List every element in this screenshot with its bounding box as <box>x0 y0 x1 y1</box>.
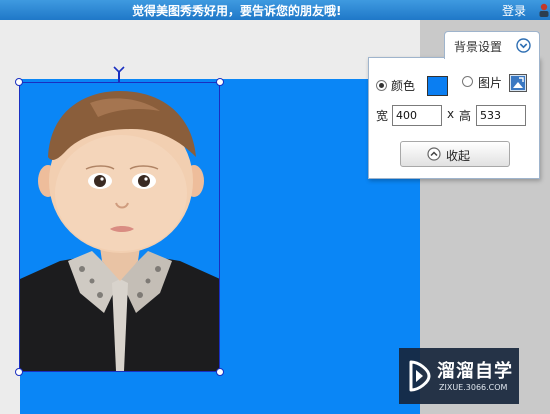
chevron-down-icon[interactable] <box>516 38 531 53</box>
collapse-label: 收起 <box>446 149 471 163</box>
chevron-up-icon <box>427 147 441 161</box>
collapse-button[interactable]: 收起 <box>400 141 510 167</box>
width-input[interactable] <box>392 105 442 126</box>
selection-frame[interactable] <box>19 82 220 372</box>
color-option-label: 颜色 <box>391 79 416 93</box>
background-settings-title: 背景设置 <box>454 40 503 54</box>
times-symbol: x <box>447 107 455 121</box>
image-option-radio[interactable] <box>462 76 473 87</box>
height-input[interactable] <box>476 105 526 126</box>
image-option-label: 图片 <box>478 76 503 90</box>
user-icon[interactable] <box>538 3 550 17</box>
watermark-brand: 溜溜自学 <box>437 361 513 382</box>
play-logo-icon <box>409 360 431 392</box>
share-message: 觉得美图秀秀好用，要告诉您的朋友哦! <box>132 4 342 18</box>
resize-handle-bottom-right[interactable] <box>216 368 224 376</box>
color-swatch[interactable] <box>427 76 448 96</box>
watermark-site: ZIXUE.3066.COM <box>439 383 508 392</box>
choose-image-button[interactable] <box>509 74 527 92</box>
resize-handle-top-left[interactable] <box>15 78 23 86</box>
color-option-radio[interactable] <box>376 80 387 91</box>
image-picker-icon <box>511 76 525 90</box>
login-link[interactable]: 登录 <box>502 2 526 19</box>
background-settings-tab[interactable]: 背景设置 <box>444 31 540 59</box>
height-label: 高 <box>459 109 472 123</box>
top-banner: 觉得美图秀秀好用，要告诉您的朋友哦! 登录 <box>0 0 550 20</box>
rotate-handle-icon[interactable] <box>113 66 125 74</box>
resize-handle-top-right[interactable] <box>216 78 224 86</box>
watermark-logo: 溜溜自学 ZIXUE.3066.COM <box>399 348 519 404</box>
width-label: 宽 <box>376 109 389 123</box>
resize-handle-bottom-left[interactable] <box>15 368 23 376</box>
